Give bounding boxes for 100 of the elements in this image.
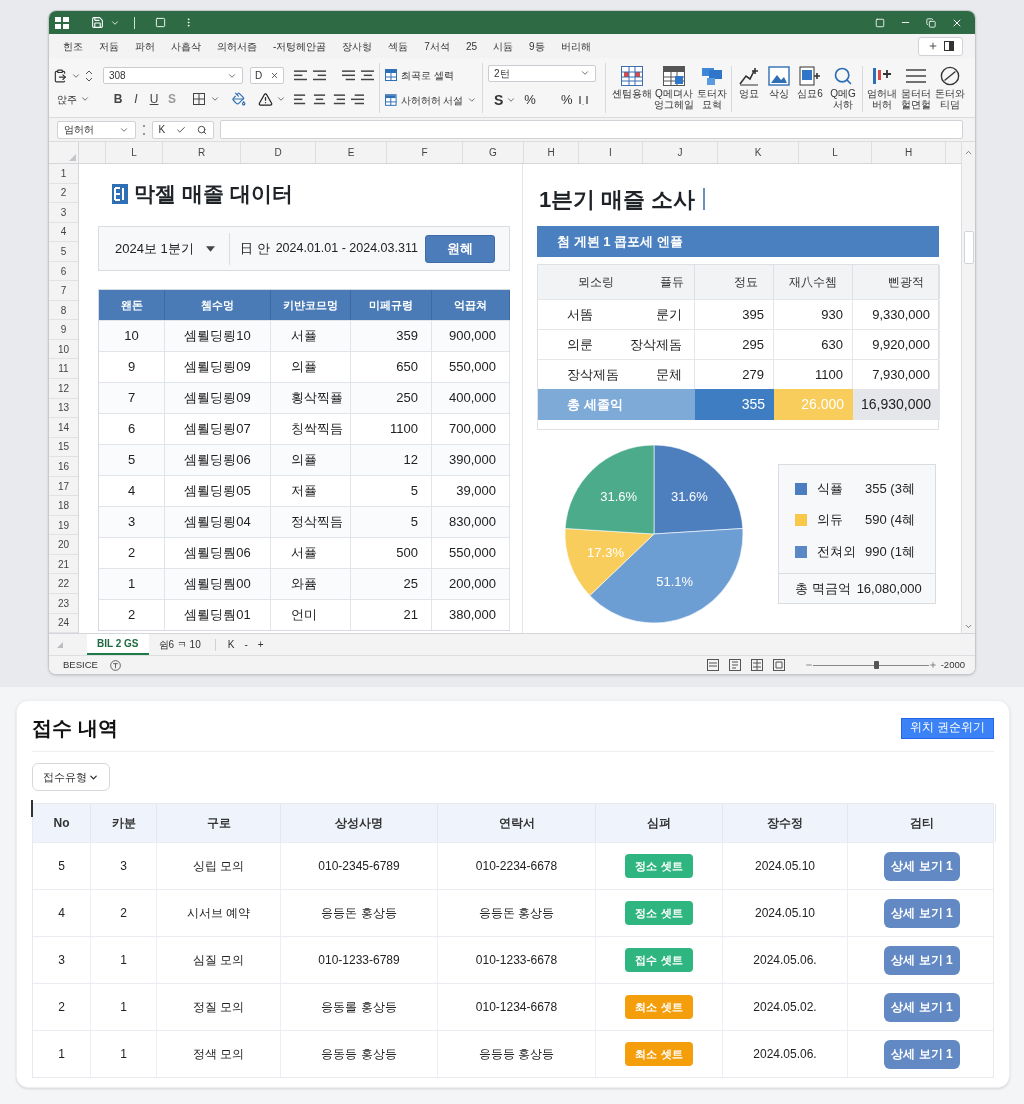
menu-tab[interactable]: 7서석 [424, 38, 450, 54]
column-letter[interactable]: F [387, 142, 463, 163]
align-icon[interactable] [294, 70, 307, 81]
sheet-tab[interactable]: 쉼6 ㅋ 10 [148, 634, 211, 655]
ribbon-button[interactable]: 심묘6 [794, 65, 826, 99]
column-letter[interactable]: L [799, 142, 872, 163]
row-number[interactable]: 7 [49, 281, 78, 301]
menu-tab[interactable]: 버리해 [560, 38, 591, 54]
clipboard-icon[interactable] [53, 68, 67, 83]
row-number[interactable]: 16 [49, 457, 78, 477]
detail-button[interactable]: 상세 보기 1 [884, 992, 960, 1022]
ribbon-button[interactable]: 돈터와 티덤 [933, 65, 967, 110]
ribbon-button[interactable]: Q메G 서하 [826, 65, 860, 110]
detail-button[interactable]: 상세 보기 1 [884, 1039, 960, 1069]
row-number[interactable]: 13 [49, 398, 78, 419]
paint-bucket-icon[interactable] [232, 92, 246, 106]
ribbon-button[interactable]: 토터자 묘혁 [695, 65, 729, 110]
row-number[interactable]: 18 [49, 496, 78, 516]
column-letter[interactable]: K [718, 142, 799, 163]
page-view-icon[interactable] [706, 659, 719, 671]
row-number[interactable]: 23 [49, 594, 78, 614]
scrollbar-thumb[interactable] [963, 231, 974, 264]
bold-button[interactable]: B [109, 90, 127, 108]
ribbon-button[interactable]: 셴텀용해 [611, 65, 653, 99]
sheet-tab[interactable]: BIL 2 GS [87, 634, 149, 655]
column-letter[interactable]: D [241, 142, 316, 163]
row-number[interactable]: 8 [49, 300, 78, 321]
ribbon-button[interactable]: 뭄터터 헐뎐헐 [899, 65, 933, 110]
row-number[interactable]: 11 [49, 359, 78, 379]
sheet-nav-button[interactable]: - [244, 637, 248, 652]
menu-tab[interactable]: 장사헝 [342, 38, 373, 54]
triangle-alert-icon[interactable] [258, 91, 273, 107]
row-number[interactable]: 17 [49, 476, 78, 497]
percent-button[interactable]: % [524, 90, 536, 110]
row-number[interactable]: 6 [49, 261, 78, 282]
page-view-icon[interactable] [772, 659, 785, 671]
row-number[interactable]: 19 [49, 515, 78, 536]
column-letter[interactable]: I [579, 142, 643, 163]
period-dropdown[interactable]: 2024보 1분기 [99, 227, 229, 270]
column-letter[interactable]: E [316, 142, 387, 163]
percent-button[interactable]: % [560, 90, 573, 110]
sheet-nav-button[interactable]: + [257, 637, 264, 652]
font-size-dropdown[interactable]: D [250, 67, 284, 84]
row-number[interactable]: 1 [49, 164, 78, 184]
row-number[interactable]: 14 [49, 418, 78, 438]
ribbon-button[interactable]: 최곡로 셀력 [385, 67, 477, 83]
row-number[interactable]: 9 [49, 320, 78, 340]
menu-tab[interactable]: 저듐 [99, 38, 119, 54]
row-number[interactable]: 5 [49, 242, 78, 262]
scroll-up-icon[interactable] [964, 148, 973, 157]
type-select[interactable]: 접수유형 [32, 763, 110, 791]
share-button[interactable] [918, 36, 963, 56]
align-icon[interactable] [313, 94, 326, 105]
row-number[interactable]: 20 [49, 535, 78, 555]
cancel-button[interactable]: K [158, 122, 166, 137]
column-letter[interactable]: J [643, 142, 718, 163]
column-letter[interactable]: H [872, 142, 946, 163]
ribbon-button[interactable]: 엉묘 [734, 65, 764, 99]
apply-button[interactable]: 원혜 [425, 234, 495, 263]
column-letter[interactable]: G [463, 142, 524, 163]
column-letter[interactable]: R [163, 142, 241, 163]
align-icon[interactable] [361, 70, 374, 81]
square-icon[interactable] [155, 17, 166, 28]
align-icon[interactable] [294, 94, 307, 105]
up-down-icon[interactable] [85, 69, 93, 82]
search-icon[interactable] [197, 124, 208, 135]
align-icon[interactable] [313, 70, 326, 81]
zoom-slider[interactable] [812, 661, 929, 669]
menu-tab[interactable]: 시듐 [493, 38, 514, 54]
align-icon[interactable] [342, 70, 355, 81]
column-letter[interactable]: H [524, 142, 579, 163]
formula-field[interactable] [220, 120, 963, 139]
menu-tab[interactable]: 25 [465, 38, 478, 54]
menu-tab[interactable]: 섹듐 [388, 38, 409, 54]
border-icon[interactable] [193, 93, 205, 105]
detail-button[interactable]: 상세 보기 1 [884, 945, 960, 975]
align-icon[interactable] [351, 94, 364, 105]
square-icon[interactable] [875, 17, 885, 28]
ribbon-button[interactable]: 삭싱 [764, 65, 794, 99]
row-number[interactable]: 22 [49, 574, 78, 595]
row-number[interactable]: 21 [49, 554, 78, 575]
menu-tab[interactable]: 사흡삭 [171, 38, 201, 54]
italic-button[interactable]: I [127, 90, 145, 108]
row-number[interactable]: 3 [49, 203, 78, 223]
menu-tab[interactable]: -저텅헤안곰 [273, 38, 327, 54]
paste-button[interactable]: 앉주 [53, 91, 97, 107]
sheet-nav-button[interactable]: K [227, 637, 235, 652]
menu-tab[interactable]: 의허서즘 [217, 38, 257, 54]
menu-tab[interactable]: 파허 [135, 38, 155, 54]
row-number[interactable]: 12 [49, 379, 78, 399]
circled-letter-icon[interactable] [109, 659, 121, 671]
ribbon-button[interactable]: 사허허허 서설 [385, 92, 477, 108]
save-icon[interactable] [91, 16, 104, 29]
page-view-icon[interactable] [728, 659, 741, 671]
underline-button[interactable]: U [145, 90, 163, 108]
row-number[interactable]: 15 [49, 437, 78, 458]
page-view-icon[interactable] [750, 659, 763, 671]
menu-tab[interactable]: 힌조 [63, 38, 83, 54]
ribbon-button[interactable]: 엄허내 버허 [865, 65, 899, 110]
row-number[interactable]: 2 [49, 183, 78, 204]
